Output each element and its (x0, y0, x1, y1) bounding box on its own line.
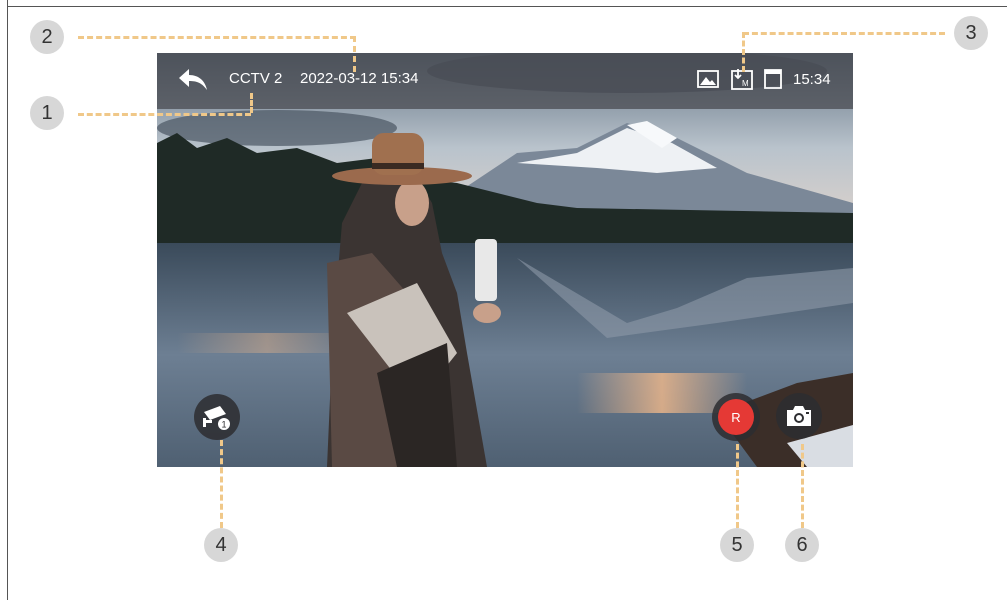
callout-1-line-vertical (250, 93, 253, 113)
callout-6: 6 (785, 528, 819, 562)
callout-1-line (78, 113, 251, 116)
back-arrow-icon (179, 69, 207, 90)
callout-1: 1 (30, 96, 64, 130)
camera-icon (787, 406, 811, 426)
callout-3-line-vertical (742, 32, 745, 72)
callout-5: 5 (720, 528, 754, 562)
callout-4-line (220, 440, 223, 528)
callout-2-line-vertical (353, 36, 356, 72)
snapshot-button[interactable] (776, 393, 822, 439)
callout-3: 3 (954, 16, 988, 50)
photo-icon (697, 70, 719, 88)
monitor-screen: CCTV 2 2022-03-12 15:34 M 15:34 1 R (157, 53, 853, 467)
callout-2: 2 (30, 20, 64, 54)
back-button[interactable] (177, 67, 209, 93)
frame-border-left (7, 0, 8, 600)
record-indicator: R (718, 399, 754, 435)
cctv-switch-button[interactable]: 1 (194, 394, 240, 440)
cctv-camera-icon: 1 (203, 406, 230, 430)
callout-4: 4 (204, 528, 238, 562)
callout-5-line (736, 444, 739, 528)
frame-border-top (7, 6, 1007, 7)
camera-name: CCTV 2 (229, 70, 283, 87)
callout-3-line (743, 32, 945, 35)
status-clock: 15:34 (793, 71, 831, 88)
recording-datetime: 2022-03-12 15:34 (300, 70, 419, 87)
callout-6-line (801, 444, 804, 528)
record-button[interactable]: R (712, 393, 760, 441)
sd-card-icon (764, 69, 782, 89)
svg-text:M: M (742, 79, 749, 88)
callout-2-line (78, 36, 356, 39)
cctv-switch-badge: 1 (221, 420, 226, 430)
top-status-bar: CCTV 2 2022-03-12 15:34 M 15:34 (157, 53, 853, 109)
